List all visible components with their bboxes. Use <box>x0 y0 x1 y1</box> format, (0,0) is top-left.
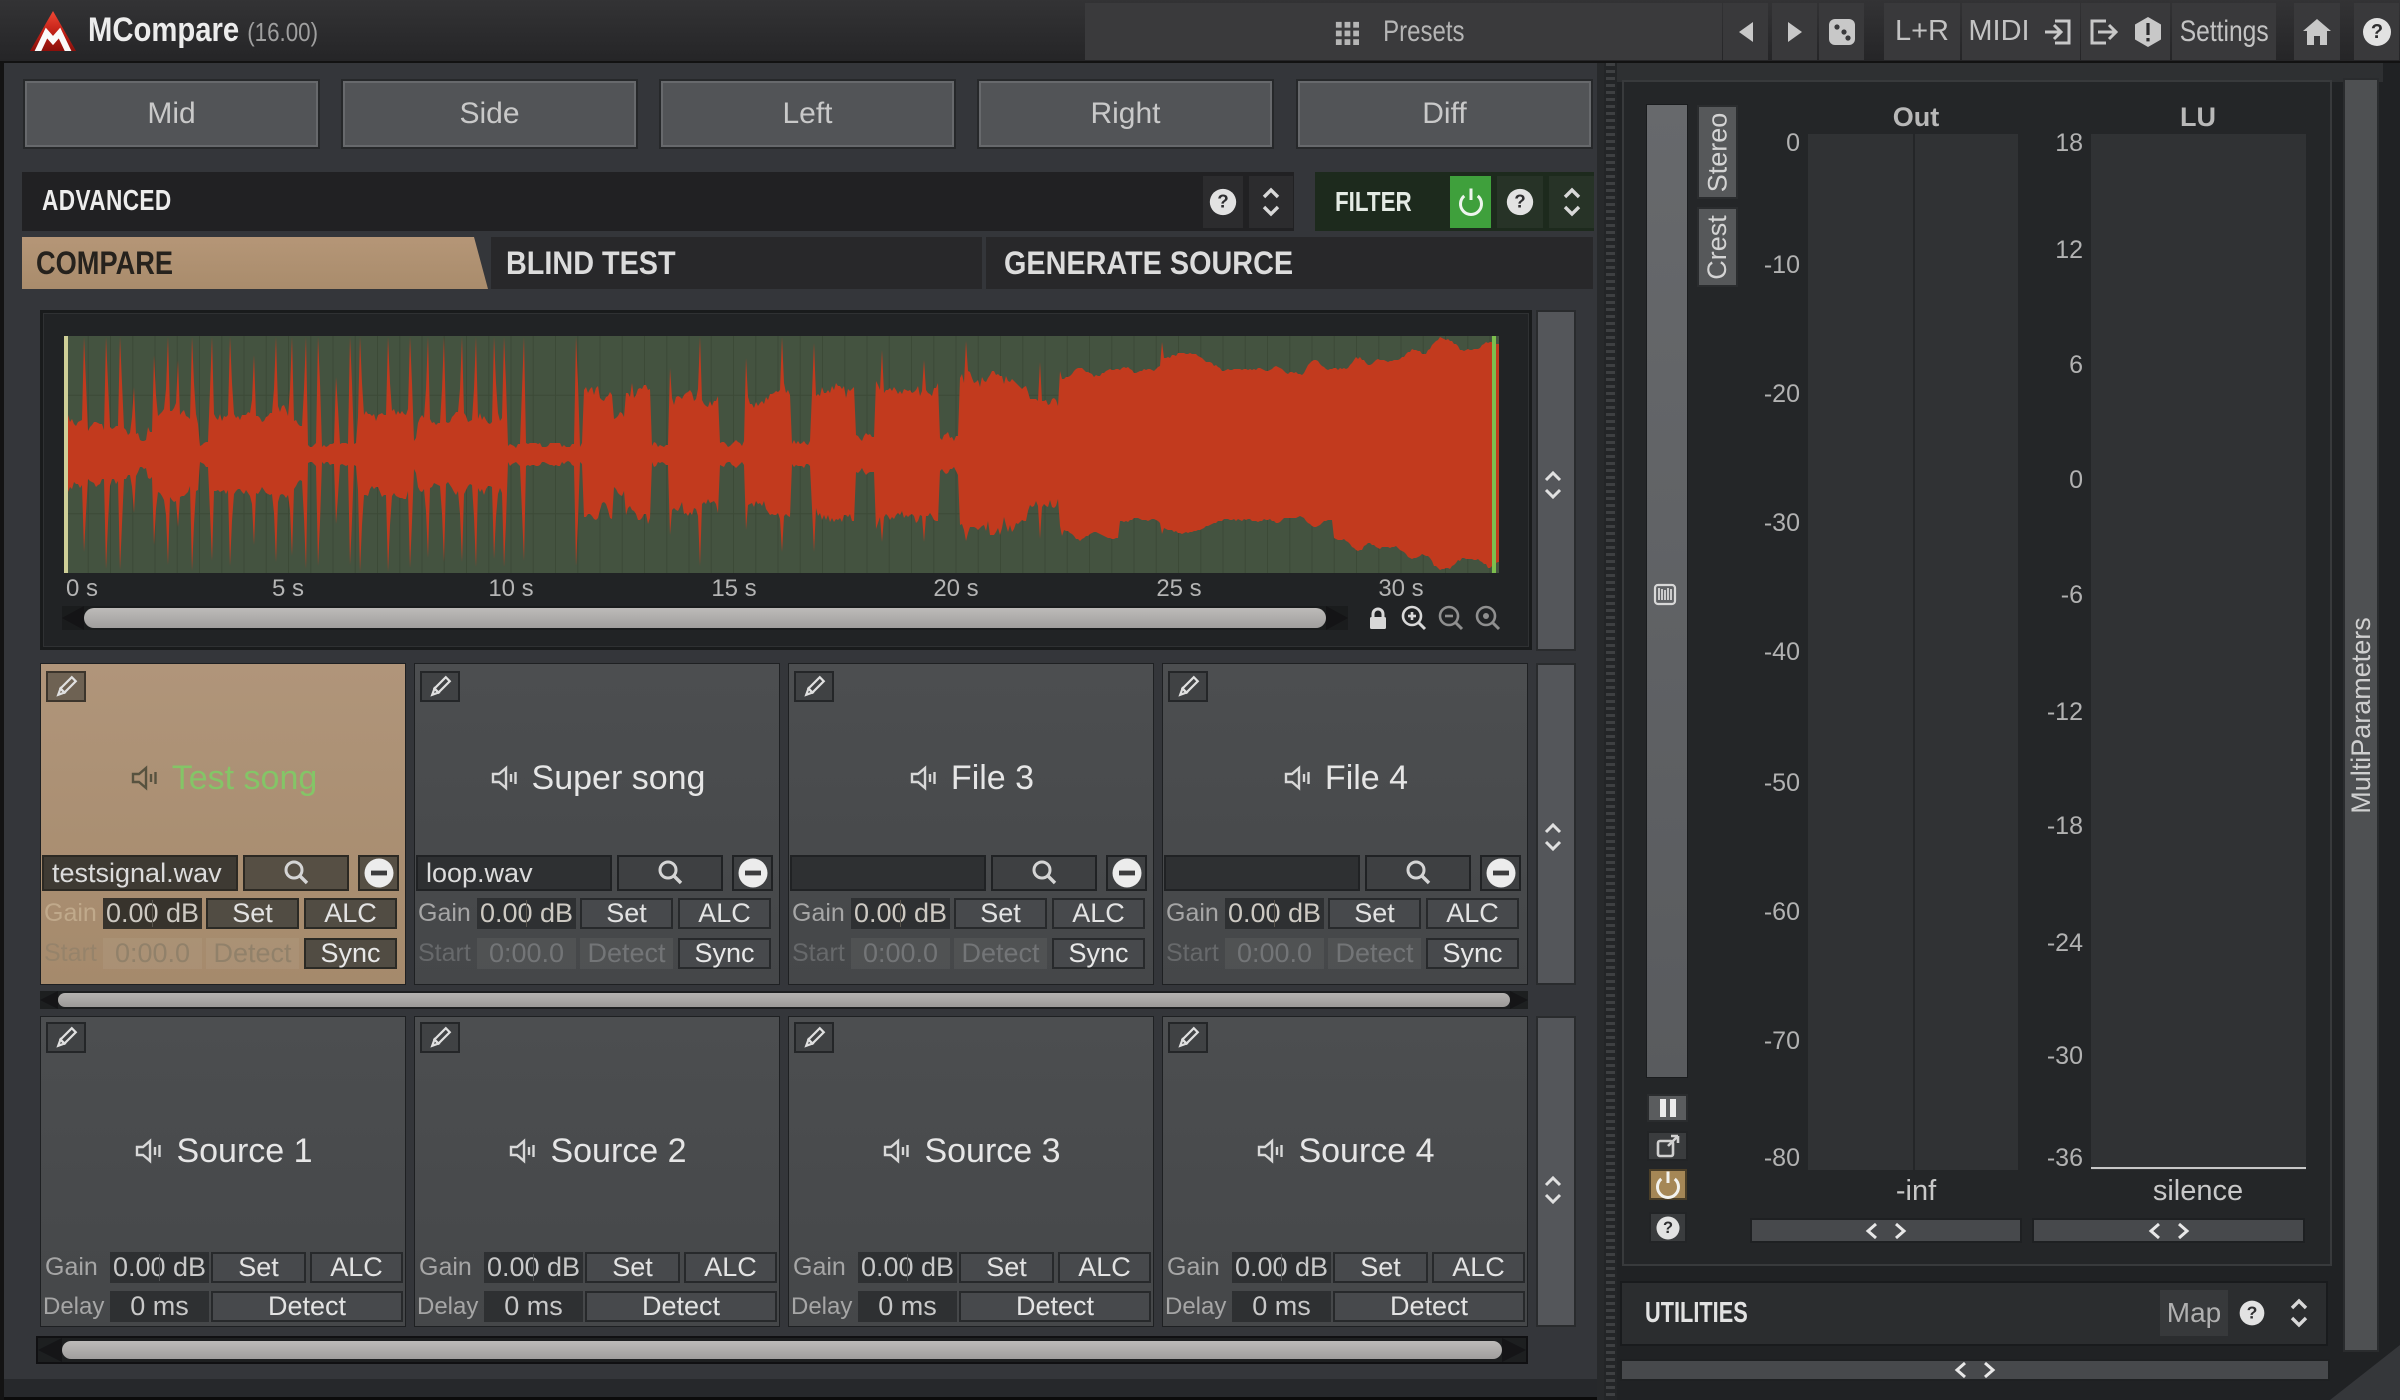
svg-text:?: ? <box>1217 191 1229 212</box>
svg-text:?: ? <box>2247 1302 2258 1322</box>
svg-text:?: ? <box>1514 191 1526 212</box>
svg-text:?: ? <box>1663 1218 1673 1236</box>
svg-text:?: ? <box>2370 21 2382 43</box>
